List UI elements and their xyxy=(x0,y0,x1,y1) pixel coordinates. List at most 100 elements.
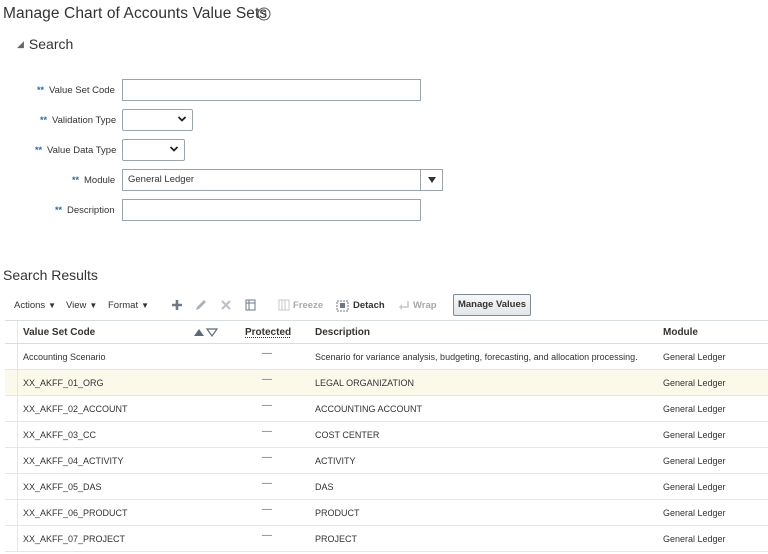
detach-button[interactable]: Detach xyxy=(353,300,385,311)
freeze-icon[interactable] xyxy=(276,297,292,313)
column-header-value-set-code[interactable]: Value Set Code xyxy=(23,327,95,338)
row-header-cell[interactable] xyxy=(5,448,18,473)
cell-value-set-code: XX_AKFF_04_ACTIVITY xyxy=(23,456,124,466)
value-data-type-label: Value Data Type xyxy=(47,144,117,156)
validation-type-row: ** Validation Type xyxy=(40,108,116,132)
required-marker: ** xyxy=(55,205,63,215)
cell-description: Scenario for variance analysis, budgetin… xyxy=(315,352,638,362)
row-header-cell[interactable] xyxy=(5,422,18,447)
cell-protected: — xyxy=(262,374,272,385)
validation-type-select[interactable] xyxy=(122,109,193,131)
value-set-code-input[interactable] xyxy=(122,79,421,101)
add-icon[interactable] xyxy=(169,297,185,313)
wrap-button[interactable]: Wrap xyxy=(413,300,437,311)
wrap-icon[interactable] xyxy=(397,297,413,313)
edit-icon[interactable] xyxy=(193,297,209,313)
required-marker: ** xyxy=(40,115,48,125)
sort-descending-icon[interactable] xyxy=(205,328,219,337)
cell-description: LEGAL ORGANIZATION xyxy=(315,378,415,388)
table-row[interactable]: XX_AKFF_01_ORG — LEGAL ORGANIZATION General… xyxy=(5,370,768,396)
cell-module: General Ledger xyxy=(663,508,726,518)
table-row[interactable]: XX_AKFF_05_DAS — DAS General Ledger xyxy=(5,474,768,500)
actions-menu-label: Actions xyxy=(14,300,46,311)
column-header-module[interactable]: Module xyxy=(663,327,698,338)
value-data-type-row: ** Value Data Type xyxy=(35,138,116,162)
cell-value-set-code: XX_AKFF_06_PRODUCT xyxy=(23,508,128,518)
row-header-cell[interactable] xyxy=(5,526,18,551)
query-by-example-icon[interactable] xyxy=(243,297,259,313)
value-data-type-select[interactable] xyxy=(122,139,185,161)
caret-down-icon: ▼ xyxy=(89,301,98,310)
description-input[interactable] xyxy=(122,199,421,221)
search-header-label: Search xyxy=(28,36,74,52)
results-table: Value Set Code Protected Description Mod… xyxy=(5,320,768,552)
table-header: Value Set Code Protected Description Mod… xyxy=(5,320,768,344)
row-header-cell[interactable] xyxy=(5,344,18,369)
cell-description: COST CENTER xyxy=(315,430,380,440)
cell-module: General Ledger xyxy=(663,430,726,440)
cell-description: PRODUCT xyxy=(315,508,360,518)
cell-module: General Ledger xyxy=(663,404,726,414)
detach-icon[interactable] xyxy=(335,297,351,313)
table-row[interactable]: XX_AKFF_03_CC — COST CENTER General Ledger xyxy=(5,422,768,448)
manage-values-button[interactable]: Manage Values xyxy=(453,294,531,316)
caret-down-icon: ▼ xyxy=(141,301,150,310)
caret-down-icon: ▼ xyxy=(48,301,57,310)
chevron-down-icon xyxy=(428,177,436,183)
column-header-protected[interactable]: Protected xyxy=(245,327,291,338)
cell-value-set-code: XX_AKFF_07_PROJECT xyxy=(23,534,126,544)
chevron-down-icon xyxy=(177,116,187,122)
cell-protected: — xyxy=(262,452,272,463)
row-header-cell[interactable] xyxy=(5,500,18,525)
format-menu[interactable]: Format ▼ xyxy=(108,300,149,311)
collapse-triangle-icon[interactable]: ◢ xyxy=(17,39,24,49)
row-header-cell[interactable] xyxy=(5,370,18,395)
sort-ascending-icon[interactable] xyxy=(194,329,204,336)
cell-value-set-code: XX_AKFF_01_ORG xyxy=(23,378,104,388)
view-menu-label: View xyxy=(66,300,87,311)
cell-protected: — xyxy=(262,504,272,515)
chevron-down-icon xyxy=(169,146,179,152)
validation-type-label: Validation Type xyxy=(52,114,117,126)
svg-text:?: ? xyxy=(261,10,266,20)
cell-value-set-code: XX_AKFF_03_CC xyxy=(23,430,97,440)
page-title: Manage Chart of Accounts Value Sets xyxy=(3,5,268,22)
results-toolbar: Actions ▼ View ▼ Format ▼ Freeze Detach Wra… xyxy=(14,294,768,318)
required-marker: ** xyxy=(72,175,80,185)
cell-value-set-code: Accounting Scenario xyxy=(23,352,106,362)
table-row[interactable]: XX_AKFF_07_PROJECT — PROJECT General Ledger xyxy=(5,526,768,552)
module-value: General Ledger xyxy=(128,174,195,185)
cell-value-set-code: XX_AKFF_02_ACCOUNT xyxy=(23,404,128,414)
module-dropdown-button[interactable] xyxy=(420,170,442,190)
row-header-cell[interactable] xyxy=(5,474,18,499)
column-header-description[interactable]: Description xyxy=(315,327,370,338)
cell-protected: — xyxy=(262,530,272,541)
cell-module: General Ledger xyxy=(663,534,726,544)
search-results-title: Search Results xyxy=(3,267,98,283)
view-menu[interactable]: View ▼ xyxy=(66,300,97,311)
table-row[interactable]: XX_AKFF_02_ACCOUNT — ACCOUNTING ACCOUNT Gen… xyxy=(5,396,768,422)
description-label: Description xyxy=(67,204,115,216)
value-set-code-label: Value Set Code xyxy=(49,84,115,96)
module-select[interactable]: General Ledger xyxy=(122,169,443,191)
cell-protected: — xyxy=(262,348,272,359)
module-label: Module xyxy=(84,174,116,186)
search-section-header[interactable]: ◢ Search xyxy=(17,36,73,52)
cell-module: General Ledger xyxy=(663,378,726,388)
cell-protected: — xyxy=(262,478,272,489)
cell-description: PROJECT xyxy=(315,534,358,544)
cell-description: ACCOUNTING ACCOUNT xyxy=(315,404,423,414)
required-marker: ** xyxy=(37,85,45,95)
actions-menu[interactable]: Actions ▼ xyxy=(14,300,56,311)
cell-protected: — xyxy=(262,426,272,437)
table-row[interactable]: XX_AKFF_06_PRODUCT — PRODUCT General Ledger xyxy=(5,500,768,526)
help-icon[interactable]: ? xyxy=(257,7,271,21)
delete-icon[interactable] xyxy=(218,297,234,313)
cell-module: General Ledger xyxy=(663,352,726,362)
table-row[interactable]: XX_AKFF_04_ACTIVITY — ACTIVITY General Ledg… xyxy=(5,448,768,474)
freeze-button[interactable]: Freeze xyxy=(293,300,323,311)
table-body: Accounting Scenario — Scenario for varianc… xyxy=(5,344,768,552)
row-header-cell[interactable] xyxy=(5,396,18,421)
cell-value-set-code: XX_AKFF_05_DAS xyxy=(23,482,102,492)
table-row[interactable]: Accounting Scenario — Scenario for varianc… xyxy=(5,344,768,370)
